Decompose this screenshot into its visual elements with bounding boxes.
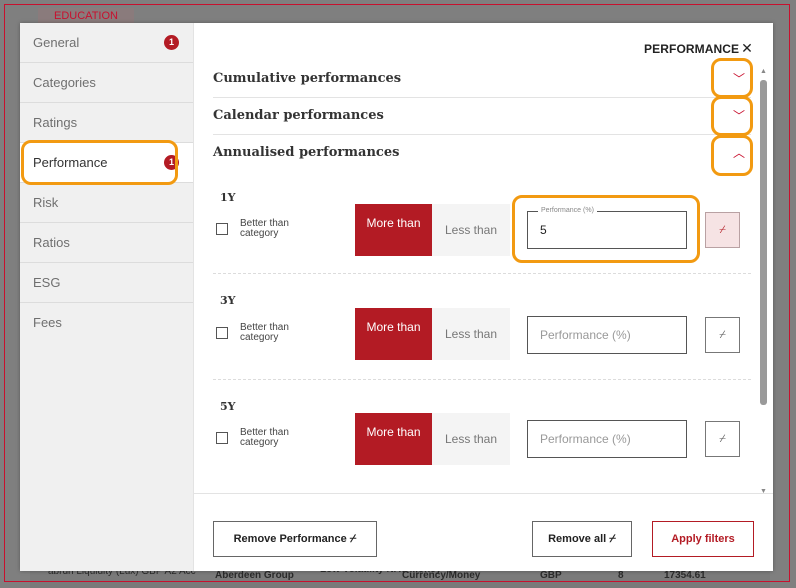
input-float-label: Performance (%) [538, 206, 597, 216]
sidebar-item-risk[interactable]: Risk [20, 183, 193, 223]
sidebar-item-label: Ratios [33, 235, 70, 250]
sidebar-item-general[interactable]: General 1 [20, 23, 193, 63]
bg-fund-group: Aberdeen Group [215, 570, 294, 581]
sidebar-item-esg[interactable]: ESG [20, 263, 193, 303]
accordion-label: Annualised performances [213, 145, 400, 160]
bg-fund-currency: GBP [540, 570, 562, 581]
footer-divider [193, 493, 773, 494]
sidebar-item-label: Risk [33, 195, 59, 210]
chevron-down-icon[interactable]: ﹀ [729, 70, 749, 90]
more-than-button-1y[interactable]: More than [355, 204, 432, 256]
button-label: Remove Performance [233, 533, 347, 545]
period-label-5y: 5Y [220, 400, 236, 413]
input-placeholder: Performance (%) [540, 328, 631, 342]
broom-icon: ⌿ [719, 224, 726, 236]
broom-icon: ⌿ [349, 533, 357, 545]
background-table-row: abrdn Liquidity (Lux) GBP A2 Acc Aberdee… [30, 564, 770, 588]
filter-modal: General 1 Categories Ratings Performance… [20, 23, 773, 571]
sidebar-item-label: ESG [33, 275, 61, 290]
better-than-category-checkbox-5y[interactable] [216, 432, 228, 444]
close-icon[interactable]: ✕ [741, 40, 753, 56]
accordion-cumulative[interactable]: Cumulative performances ﹀ [213, 61, 751, 98]
chevron-down-icon[interactable]: ﹀ [729, 107, 749, 127]
apply-filters-button[interactable]: Apply filters [652, 521, 754, 557]
input-placeholder: Performance (%) [540, 432, 631, 446]
accordion-annualised[interactable]: Annualised performances ︿ [213, 135, 751, 172]
better-than-category-checkbox-3y[interactable] [216, 327, 228, 339]
sidebar-item-fees[interactable]: Fees [20, 303, 193, 343]
sidebar-item-categories[interactable]: Categories [20, 63, 193, 103]
checkbox-label: Better than category [240, 218, 289, 239]
sidebar-item-ratings[interactable]: Ratings [20, 103, 193, 143]
better-than-category-checkbox-1y[interactable] [216, 223, 228, 235]
period-label-1y: 1Y [220, 191, 236, 204]
less-than-button-3y[interactable]: Less than [432, 308, 510, 360]
divider [213, 273, 751, 275]
less-than-button-5y[interactable]: Less than [432, 413, 510, 465]
panel-title: PERFORMANCE ✕ [644, 40, 753, 57]
count-badge: 1 [164, 155, 179, 170]
panel-title-text: PERFORMANCE [644, 42, 740, 56]
sidebar-item-performance[interactable]: Performance 1 [20, 143, 193, 183]
chevron-up-icon[interactable]: ︿ [729, 144, 749, 164]
accordion-calendar[interactable]: Calendar performances ﹀ [213, 98, 751, 135]
less-than-button-1y[interactable]: Less than [432, 204, 510, 256]
clear-filter-button-5y[interactable]: ⌿ [705, 421, 740, 457]
scroll-up-arrow-icon[interactable]: ▲ [759, 68, 768, 75]
bg-fund-count: 8 [618, 570, 624, 581]
clear-filter-button-3y[interactable]: ⌿ [705, 317, 740, 353]
input-value: 5 [540, 223, 547, 237]
sidebar-item-label: Fees [33, 315, 62, 330]
button-label: Remove all [548, 533, 607, 545]
bg-fund-value: 17354.61 [664, 570, 706, 581]
sidebar-item-label: Categories [33, 75, 96, 90]
broom-icon: ⌿ [719, 433, 726, 445]
period-label-3y: 3Y [220, 294, 236, 307]
checkbox-label: Better than category [240, 322, 289, 343]
remove-all-button[interactable]: Remove all ⌿ [532, 521, 632, 557]
accordion-label: Calendar performances [213, 108, 384, 123]
scroll-thumb[interactable] [760, 80, 767, 405]
bg-fund-category: Currency/Money [402, 570, 481, 581]
clear-filter-button-1y[interactable]: ⌿ [705, 212, 740, 248]
checkbox-label: Better than category [240, 427, 289, 448]
remove-performance-button[interactable]: Remove Performance ⌿ [213, 521, 377, 557]
broom-icon: ⌿ [609, 533, 616, 545]
performance-input-1y[interactable]: Performance (%) 5 [527, 206, 687, 249]
filter-sidebar: General 1 Categories Ratings Performance… [20, 23, 194, 571]
sidebar-item-label: General [33, 35, 80, 50]
divider [213, 379, 751, 381]
count-badge: 1 [164, 35, 179, 50]
sidebar-item-label: Performance [33, 155, 108, 170]
sidebar-item-ratios[interactable]: Ratios [20, 223, 193, 263]
content-scrollbar[interactable]: ▲ ▼ [759, 68, 768, 498]
performance-input-3y[interactable]: Performance (%) [527, 316, 687, 354]
more-than-button-5y[interactable]: More than [355, 413, 432, 465]
broom-icon: ⌿ [719, 329, 726, 341]
more-than-button-3y[interactable]: More than [355, 308, 432, 360]
accordion-label: Cumulative performances [213, 71, 402, 86]
performance-input-5y[interactable]: Performance (%) [527, 420, 687, 458]
sidebar-item-label: Ratings [33, 115, 78, 130]
